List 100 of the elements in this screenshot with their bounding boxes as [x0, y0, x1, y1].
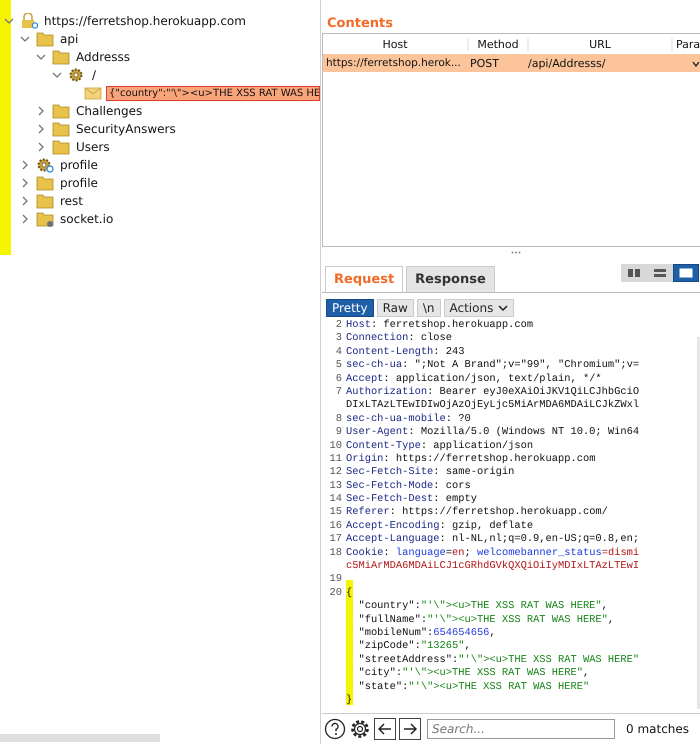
- column-header[interactable]: Host: [323, 38, 469, 50]
- line-number: 18: [328, 546, 343, 560]
- chevron-icon[interactable]: [36, 106, 46, 116]
- tree-item[interactable]: profile: [58, 176, 100, 190]
- caret-icon: [498, 305, 508, 311]
- tree-item[interactable]: /: [90, 68, 98, 82]
- column-header[interactable]: URL: [529, 38, 673, 50]
- search-field[interactable]: Search...: [427, 719, 615, 739]
- code-line: }: [346, 694, 352, 708]
- folder-icon: [36, 193, 54, 209]
- toolbar-button[interactable]: Actions: [444, 299, 514, 317]
- toolbar-button[interactable]: \n: [416, 299, 440, 317]
- line-number: 16: [328, 520, 343, 534]
- tree-item[interactable]: Addresss: [74, 50, 132, 64]
- columns-layout-icon: [627, 268, 641, 278]
- code-line: {: [346, 586, 352, 600]
- line-number: 3: [334, 332, 343, 346]
- line-number: 10: [328, 440, 343, 453]
- chevron-icon[interactable]: [36, 142, 46, 152]
- settings-icon[interactable]: [349, 718, 371, 740]
- code-line: sec-ch-ua-mobile: ?0: [346, 412, 471, 426]
- code-line: "city":"'\"><u>THE XSS RAT WAS HERE",: [357, 667, 590, 681]
- folder-icon: [52, 121, 70, 137]
- layout-button[interactable]: [647, 264, 673, 282]
- code-line: Sec-Fetch-Dest: empty: [346, 493, 477, 506]
- code-line: c5MiArMDA6MDAiLCJ1cGRhdGVkQXQiOiIyMDIxLTAzLTEwI: [346, 560, 640, 574]
- folder-icon: [36, 175, 54, 191]
- folder-icon: [52, 139, 70, 155]
- code-line: Content-Length: 243: [346, 346, 464, 360]
- code-line: Sec-Fetch-Mode: cors: [346, 480, 471, 494]
- folder-icon: [36, 31, 54, 47]
- arrow-right-icon: [403, 723, 417, 735]
- chevron-icon[interactable]: [36, 124, 46, 134]
- line-number: 4: [334, 346, 343, 360]
- chevron-icon[interactable]: [20, 160, 30, 170]
- line-number: 9: [334, 426, 343, 440]
- chevron-icon[interactable]: [20, 196, 30, 206]
- back-button[interactable]: [374, 718, 396, 740]
- code-line: "zipCode":"13265",: [357, 640, 471, 654]
- code-line: User-Agent: Mozilla/5.0 (Windows NT 10.0; Win64: [346, 426, 640, 440]
- code-line: Accept: application/json, text/plain, */*: [346, 372, 602, 386]
- code-line: Content-Type: application/json: [346, 440, 534, 453]
- tab[interactable]: Response: [406, 266, 495, 292]
- chevron-icon[interactable]: [20, 214, 30, 224]
- tree-item[interactable]: Challenges: [74, 104, 144, 118]
- folder-icon: [52, 49, 70, 65]
- column-header[interactable]: Method: [469, 38, 529, 50]
- chevron-icon[interactable]: [52, 70, 62, 80]
- toolbar-button[interactable]: Raw: [376, 299, 414, 317]
- tree-item[interactable]: api: [58, 32, 80, 46]
- tree-item[interactable]: Users: [74, 140, 112, 154]
- toolbar-button[interactable]: Pretty: [326, 299, 374, 317]
- line-number: 15: [328, 506, 343, 520]
- table-cell-text: POST: [469, 56, 500, 70]
- tree-item[interactable]: https://ferretshop.herokuapp.com: [42, 14, 248, 28]
- code-line: "mobileNum":654654656,: [357, 626, 496, 640]
- help-icon[interactable]: [324, 718, 346, 740]
- chevron-icon[interactable]: [20, 178, 30, 188]
- line-number: 19: [328, 573, 343, 587]
- code-line: Accept-Language: nl-NL,nl;q=0.9,en-US;q=0.8,en;: [346, 533, 640, 547]
- chevron-icon[interactable]: [4, 16, 14, 26]
- line-number: 20: [328, 586, 343, 600]
- code-line: DIxLTAzLTEwIDIwOjAzOjEyLjc5MiArMDA6MDAiLCJkZWxl: [346, 399, 640, 413]
- layout-button[interactable]: [621, 264, 647, 282]
- code-line: "state":"'\"><u>THE XSS RAT WAS HERE": [357, 680, 590, 694]
- resize-grip-icon[interactable]: [510, 251, 520, 254]
- match-count: 0 matches: [626, 722, 690, 736]
- layout-button[interactable]: [673, 264, 699, 282]
- forward-button[interactable]: [399, 718, 421, 740]
- code-line: Referer: https://ferretshop.herokuapp.com/: [346, 506, 608, 520]
- tree-item[interactable]: rest: [58, 194, 86, 208]
- folder-icon: [52, 103, 70, 119]
- code-line: sec-ch-ua: ";Not A Brand";v="99", "Chromium";v=: [346, 359, 640, 373]
- code-line: "country":"'\"><u>THE XSS RAT WAS HERE",: [357, 600, 608, 614]
- line-number: 13: [328, 480, 343, 494]
- line-number: 17: [328, 533, 343, 547]
- column-header[interactable]: Para: [673, 38, 700, 50]
- arrow-left-icon: [378, 723, 392, 735]
- chevron-icon[interactable]: [20, 34, 30, 44]
- table-cell-text: https://ferretshop.herok...: [325, 57, 462, 69]
- table-row[interactable]: https://ferretshop.herok... POST /api/Addresss/: [323, 54, 700, 72]
- rows-layout-icon: [653, 268, 667, 278]
- single-layout-icon: [679, 268, 693, 278]
- line-number: 2: [334, 319, 343, 332]
- line-number: 8: [334, 412, 343, 426]
- line-number: 12: [328, 466, 343, 480]
- line-number: 11: [328, 452, 343, 466]
- line-number: 14: [328, 493, 343, 506]
- chevron-icon[interactable]: [36, 52, 46, 62]
- code-line: Sec-Fetch-Site: same-origin: [346, 466, 514, 480]
- tree-item[interactable]: profile: [58, 158, 100, 172]
- code-line: Cookie: language=en; welcomebanner_status=dismi: [346, 546, 640, 560]
- tree-item[interactable]: SecurityAnswers: [74, 122, 178, 136]
- code-line: Authorization: Bearer eyJ0eXAiOiJKV1QiLCJhbGciO: [346, 386, 640, 400]
- lock-icon: [20, 13, 38, 29]
- line-number: 5: [334, 359, 343, 373]
- tree-item[interactable]: socket.io: [58, 212, 116, 226]
- code-line: "fullName":"'\"><u>THE XSS RAT WAS HERE",: [357, 614, 614, 627]
- code-line: Origin: https://ferretshop.herokuapp.com: [346, 452, 596, 466]
- code-line: Connection: close: [346, 332, 452, 346]
